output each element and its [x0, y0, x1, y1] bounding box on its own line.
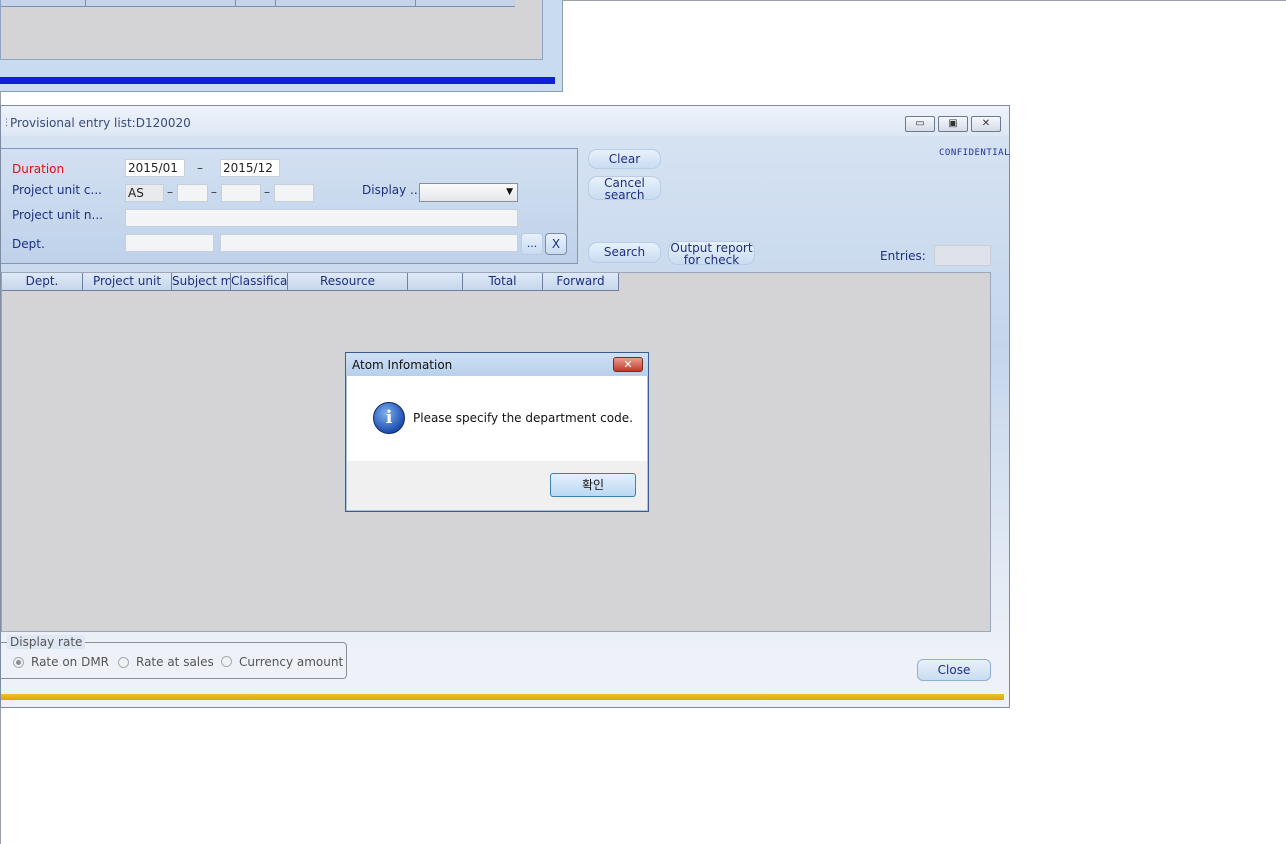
entries-count [934, 245, 991, 266]
close-button[interactable]: Close [917, 659, 991, 681]
clear-button[interactable]: Clear [588, 149, 661, 169]
duration-separator: – [197, 161, 203, 175]
project-code-label: Project unit c... [12, 183, 102, 197]
project-code-input-2[interactable] [177, 184, 208, 202]
background-grid [0, 0, 543, 60]
desktop-divider [562, 0, 1286, 1]
cancel-search-button[interactable]: Cancel search [588, 176, 661, 202]
project-name-input[interactable] [125, 209, 518, 227]
rate-on-dmr-radio[interactable] [13, 657, 24, 668]
code-separator-3: – [264, 185, 270, 199]
dialog-title: Atom Infomation [352, 358, 453, 372]
info-icon: i [373, 402, 405, 434]
title-bar[interactable]: ⋮ Provisional entry list:D120020 ▭ ▣ ✕ [1, 106, 1009, 136]
output-report-button[interactable]: Output report for check [668, 241, 755, 267]
dept-clear-button[interactable]: X [545, 233, 567, 255]
column-header-forward[interactable]: Forward [543, 273, 618, 290]
dept-label: Dept. [12, 237, 45, 251]
search-panel: Duration 2015/01 – 2015/12 Project unit … [1, 148, 578, 264]
dialog-title-bar[interactable]: Atom Infomation ✕ [346, 353, 648, 376]
dialog-close-button[interactable]: ✕ [613, 357, 643, 372]
column-header-total[interactable]: Total [463, 273, 543, 290]
column-header-project-unit[interactable]: Project unit [83, 273, 172, 290]
display-select[interactable]: ▼ [419, 183, 518, 202]
project-code-input-1[interactable]: AS [125, 184, 164, 202]
dept-code-input[interactable] [125, 234, 214, 252]
output-report-label-2: for check [683, 253, 740, 267]
dialog-message: Please specify the department code. [413, 411, 633, 425]
confidential-label: CONFIDENTIAL [939, 148, 1011, 158]
rate-at-sales-label: Rate at sales [136, 655, 214, 669]
currency-amount-radio[interactable] [221, 656, 232, 667]
search-button[interactable]: Search [588, 242, 661, 263]
window-title: Provisional entry list:D120020 [10, 116, 191, 130]
project-name-label: Project unit n... [12, 208, 103, 222]
rate-on-dmr-label: Rate on DMR [31, 655, 110, 669]
duration-from-input[interactable]: 2015/01 [125, 159, 185, 177]
display-label: Display ... [362, 183, 422, 197]
cancel-search-label-2: search [604, 188, 645, 202]
background-window-accent-bar [0, 77, 555, 84]
dept-name-input[interactable] [220, 234, 518, 252]
column-header-classification[interactable]: Classifica [231, 273, 288, 290]
background-grid-header [1, 0, 515, 7]
code-separator-1: – [167, 185, 173, 199]
chevron-down-icon: ▼ [506, 187, 513, 197]
column-header-blank[interactable] [408, 273, 463, 290]
maximize-button[interactable]: ▣ [938, 116, 968, 132]
dept-browse-button[interactable]: ... [521, 233, 543, 255]
minimize-button[interactable]: ▭ [905, 116, 935, 132]
duration-label: Duration [12, 162, 65, 176]
grid-header: Dept. Project unit Subject m Classifica … [2, 273, 619, 291]
background-window [0, 0, 563, 92]
column-header-subject[interactable]: Subject m [172, 273, 231, 290]
column-header-dept[interactable]: Dept. [2, 273, 83, 290]
entries-label: Entries: [880, 249, 926, 263]
duration-to-input[interactable]: 2015/12 [220, 159, 280, 177]
column-header-resource[interactable]: Resource [288, 273, 408, 290]
code-separator-2: – [211, 185, 217, 199]
project-code-input-4[interactable] [274, 184, 314, 202]
display-rate-legend: Display rate [7, 635, 86, 649]
project-code-input-3[interactable] [221, 184, 261, 202]
info-dialog: Atom Infomation ✕ i Please specify the d… [345, 352, 649, 512]
close-window-button[interactable]: ✕ [971, 116, 1001, 132]
ok-button[interactable]: 확인 [550, 473, 636, 497]
window-accent-bar [1, 694, 1004, 700]
currency-amount-label: Currency amount [239, 655, 344, 669]
rate-at-sales-radio[interactable] [118, 657, 129, 668]
